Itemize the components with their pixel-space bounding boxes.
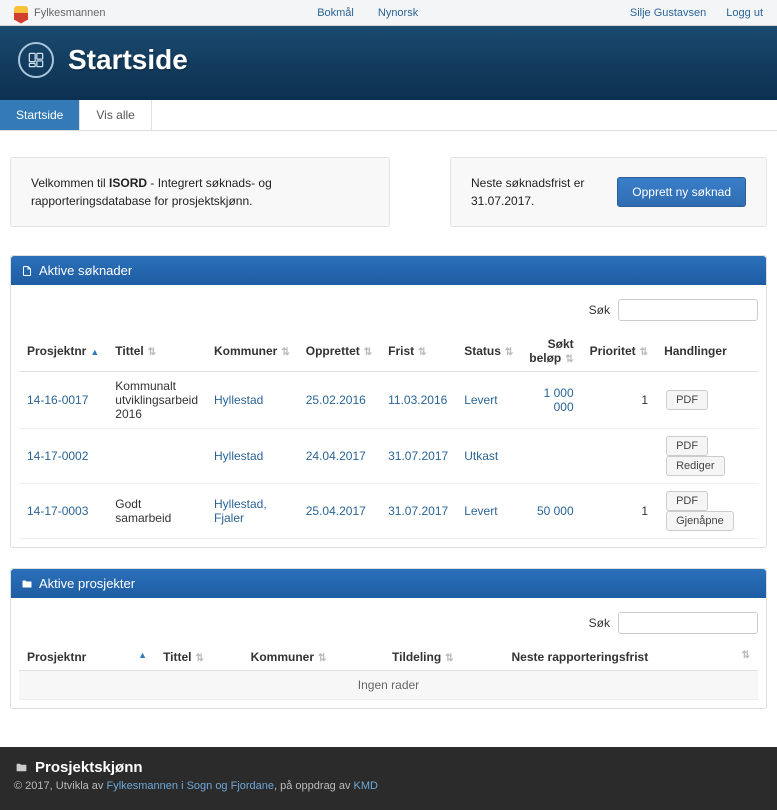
kommune-link[interactable]: Hyllestad — [214, 393, 263, 407]
col-frist[interactable]: Frist⇅ — [380, 331, 456, 372]
deadline-box: Neste søknadsfrist er 31.07.2017. Oppret… — [450, 157, 767, 227]
col-tittel[interactable]: Tittel⇅ — [107, 331, 206, 372]
col-status[interactable]: Status⇅ — [456, 331, 521, 372]
welcome-box: Velkommen til ISORD - Integrert søknads-… — [10, 157, 390, 227]
welcome-pre: Velkommen til — [31, 176, 109, 190]
status-link[interactable]: Levert — [464, 504, 497, 518]
hero: Startside — [0, 26, 777, 100]
status-link[interactable]: Levert — [464, 393, 497, 407]
pdf-button[interactable]: PDF — [666, 436, 708, 456]
cell-prioritet: 1 — [582, 372, 656, 429]
date-link[interactable]: 25.02.2016 — [306, 393, 366, 407]
welcome-strong: ISORD — [109, 176, 147, 190]
footer-link-kmd[interactable]: KMD — [354, 780, 378, 792]
tabs-bar: Startside Vis alle — [0, 100, 777, 131]
table-row: 14-17-0003 Godt samarbeid Hyllestad, Fja… — [19, 484, 758, 539]
col-belop[interactable]: Søkt beløp⇅ — [521, 331, 581, 372]
search-label-apps: Søk — [589, 303, 610, 317]
footer-title-text: Prosjektskjønn — [35, 759, 143, 776]
search-input-apps[interactable] — [618, 299, 758, 321]
kommune-link[interactable]: Hyllestad — [214, 449, 263, 463]
empty-row: Ingen rader — [19, 671, 758, 700]
projects-table: Prosjektnr▲ Tittel⇅ Kommuner⇅ Tildeling⇅… — [19, 644, 758, 700]
cell-tittel: Godt samarbeid — [107, 484, 206, 539]
kommune-link[interactable]: Hyllestad, Fjaler — [214, 497, 267, 525]
dashboard-icon — [18, 42, 54, 78]
logo-icon — [14, 6, 28, 20]
col-prioritet[interactable]: Prioritet⇅ — [582, 331, 656, 372]
tab-vis-alle[interactable]: Vis alle — [80, 100, 151, 130]
footer-copyright: © 2017, Utvikla av — [14, 780, 106, 792]
footer-link-fylkesmannen[interactable]: Fylkesmannen i Sogn og Fjordane — [106, 780, 274, 792]
date-link[interactable]: 25.04.2017 — [306, 504, 366, 518]
pdf-button[interactable]: PDF — [666, 390, 708, 410]
document-icon — [21, 265, 33, 277]
belop-link[interactable]: 50 000 — [537, 504, 574, 518]
panel-title-applications: Aktive søknader — [39, 263, 132, 278]
date-link[interactable]: 24.04.2017 — [306, 449, 366, 463]
status-link[interactable]: Utkast — [464, 449, 498, 463]
belop-link[interactable]: 1 000 000 — [544, 386, 574, 414]
folder-icon — [21, 578, 33, 590]
col-tildeling[interactable]: Tildeling⇅ — [384, 644, 503, 671]
lang-nynorsk-link[interactable]: Nynorsk — [378, 7, 418, 19]
date-link[interactable]: 11.03.2016 — [388, 393, 447, 407]
deadline-text: Neste søknadsfrist er 31.07.2017. — [471, 174, 597, 210]
empty-message: Ingen rader — [19, 671, 758, 700]
new-application-button[interactable]: Opprett ny søknad — [617, 177, 746, 207]
col-prosjektnr[interactable]: Prosjektnr▲ — [19, 331, 107, 372]
cell-tittel: Kommunalt utviklingsarbeid 2016 — [107, 372, 206, 429]
project-link[interactable]: 14-17-0003 — [27, 504, 88, 518]
lang-bokmal-link[interactable]: Bokmål — [317, 7, 354, 19]
date-link[interactable]: 31.07.2017 — [388, 449, 448, 463]
date-link[interactable]: 31.07.2017 — [388, 504, 448, 518]
search-label-projects: Søk — [589, 616, 610, 630]
col-tittel-2[interactable]: Tittel⇅ — [155, 644, 243, 671]
table-row: 14-17-0002 Hyllestad 24.04.2017 31.07.20… — [19, 429, 758, 484]
footer-mid: , på oppdrag av — [274, 780, 354, 792]
col-prosjektnr-2[interactable]: Prosjektnr▲ — [19, 644, 155, 671]
footer: Prosjektskjønn © 2017, Utvikla av Fylkes… — [0, 747, 777, 810]
col-kommuner-2[interactable]: Kommuner⇅ — [243, 644, 384, 671]
table-row: 14-16-0017 Kommunalt utviklingsarbeid 20… — [19, 372, 758, 429]
logout-link[interactable]: Logg ut — [726, 7, 763, 19]
page-title: Startside — [68, 44, 188, 76]
cell-belop — [521, 429, 581, 484]
cell-tittel — [107, 429, 206, 484]
search-input-projects[interactable] — [618, 612, 758, 634]
project-link[interactable]: 14-17-0002 — [27, 449, 88, 463]
pdf-button[interactable]: PDF — [666, 491, 708, 511]
cell-prioritet — [582, 429, 656, 484]
col-kommuner[interactable]: Kommuner⇅ — [206, 331, 298, 372]
cell-prioritet: 1 — [582, 484, 656, 539]
user-link[interactable]: Silje Gustavsen — [630, 7, 706, 19]
tab-startside[interactable]: Startside — [0, 100, 80, 130]
content-area: Velkommen til ISORD - Integrert søknads-… — [0, 131, 777, 747]
applications-table: Prosjektnr▲ Tittel⇅ Kommuner⇅ Opprettet⇅… — [19, 331, 758, 539]
col-neste-frist[interactable]: Neste rapporteringsfrist⇅ — [504, 644, 758, 671]
topbar: Fylkesmannen Bokmål Nynorsk Silje Gustav… — [0, 0, 777, 26]
panel-active-projects: Aktive prosjekter Søk Prosjektnr▲ Tittel… — [10, 568, 767, 709]
col-opprettet[interactable]: Opprettet⇅ — [298, 331, 380, 372]
project-link[interactable]: 14-16-0017 — [27, 393, 88, 407]
reopen-button[interactable]: Gjenåpne — [666, 511, 734, 531]
folder-icon — [14, 761, 29, 774]
panel-active-applications: Aktive søknader Søk Prosjektnr▲ Tittel⇅ … — [10, 255, 767, 548]
edit-button[interactable]: Rediger — [666, 456, 725, 476]
brand-text: Fylkesmannen — [34, 7, 106, 19]
col-handlinger: Handlinger — [656, 331, 758, 372]
panel-title-projects: Aktive prosjekter — [39, 576, 135, 591]
